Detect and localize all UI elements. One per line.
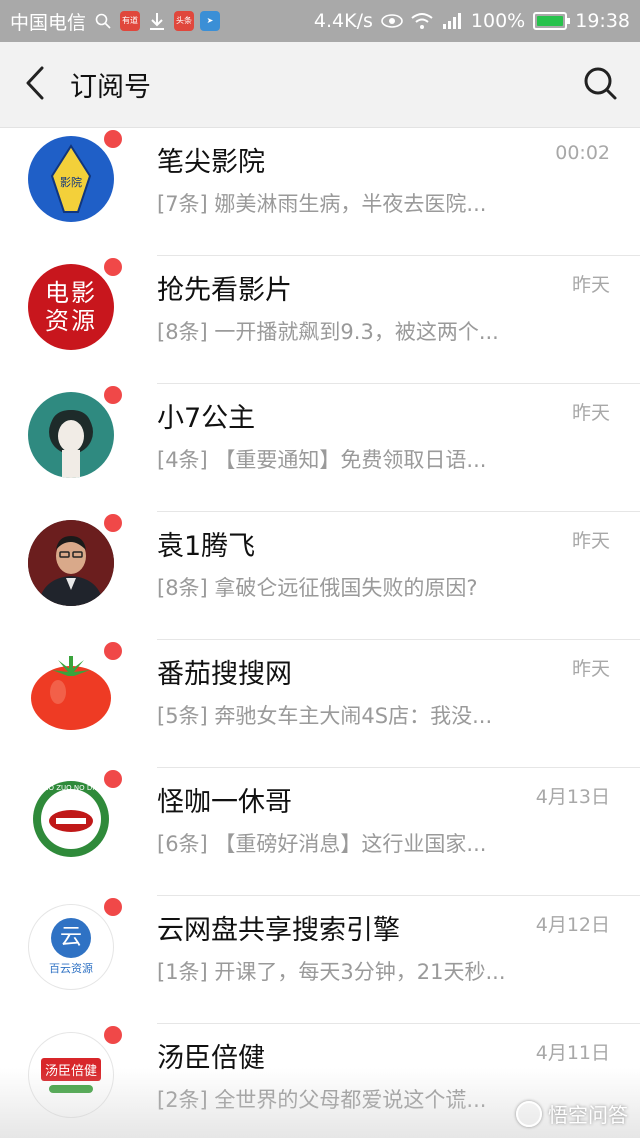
message-preview: [4条] 【重要通知】免费领取日语... <box>157 448 487 472</box>
avatar-wrap: 电影资源 <box>28 258 122 350</box>
girl-portrait-image <box>49 410 93 478</box>
list-item[interactable]: 小7公主 昨天 [4条] 【重要通知】免费领取日语... <box>0 384 640 512</box>
wifi-icon <box>411 11 433 31</box>
list-item[interactable]: 云 百云资源 云网盘共享搜索引擎 4月12日 [1条] 开课了，每天3分钟，21… <box>0 896 640 1024</box>
unread-dot <box>104 642 122 660</box>
avatar: 影院 <box>28 136 114 222</box>
avatar-wrap <box>28 642 122 734</box>
avatar-text: 云 <box>51 918 91 958</box>
avatar <box>28 648 114 734</box>
message-preview: [7条] 娜美淋雨生病，半夜去医院... <box>157 192 487 216</box>
green-leaf-icon <box>49 1084 93 1093</box>
battery-icon <box>533 12 571 30</box>
account-name: 怪咖一休哥 <box>157 787 292 818</box>
wukong-logo-icon <box>516 1100 542 1127</box>
battery-percent: 100% <box>470 10 526 32</box>
signal-icon <box>441 11 463 31</box>
timestamp: 4月13日 <box>535 786 610 808</box>
message-preview: [5条] 奔驰女车主大闹4S店：我没... <box>157 704 493 728</box>
timestamp: 昨天 <box>571 658 610 680</box>
unread-dot <box>104 514 122 532</box>
avatar-text: 影院 <box>60 175 82 189</box>
list-item[interactable]: 袁1腾飞 昨天 [8条] 拿破仑远征俄国失败的原因? <box>0 512 640 640</box>
message-preview: [2条] 全世界的父母都爱说这个谎... <box>157 1088 487 1112</box>
timestamp: 4月12日 <box>535 914 610 936</box>
timestamp: 昨天 <box>571 274 610 296</box>
account-name: 番茄搜搜网 <box>157 659 292 690</box>
account-name: 云网盘共享搜索引擎 <box>157 915 400 946</box>
avatar-wrap: 影院 <box>28 130 122 222</box>
subscription-list: 影院 笔尖影院 00:02 [7条] 娜美淋雨生病，半夜去医院... 电影资源 … <box>0 128 640 1138</box>
avatar <box>28 520 114 606</box>
account-name: 抢先看影片 <box>157 275 292 306</box>
avatar: NO ZUO NO DIE <box>28 776 114 862</box>
telegram-icon: ➤ <box>200 11 221 31</box>
avatar-wrap <box>28 514 122 606</box>
list-item[interactable]: NO ZUO NO DIE 怪咖一休哥 4月13日 [6条] 【重磅好消息】这行… <box>0 768 640 896</box>
avatar: 汤臣倍健 <box>28 1032 114 1118</box>
search-button[interactable] <box>560 42 640 128</box>
message-preview: [6条] 【重磅好消息】这行业国家... <box>157 832 487 856</box>
avatar: 电影资源 <box>28 264 114 350</box>
account-name: 袁1腾飞 <box>157 531 256 562</box>
no-zuo-no-die-badge: NO ZUO NO DIE <box>33 781 109 857</box>
list-item[interactable]: 影院 笔尖影院 00:02 [7条] 娜美淋雨生病，半夜去医院... <box>0 128 640 256</box>
avatar-subtext: 百云资源 <box>49 962 93 975</box>
watermark-text: 悟空问答 <box>548 1103 628 1127</box>
avatar-wrap: NO ZUO NO DIE <box>28 770 122 862</box>
status-bar: 中国电信 有道 头条 ➤ 4.4K/s 100% 19:38 <box>0 0 640 42</box>
toutiao-app-icon: 头条 <box>174 11 195 31</box>
timestamp: 昨天 <box>571 402 610 424</box>
app-header: 订阅号 <box>0 42 640 128</box>
avatar-wrap: 云 百云资源 <box>28 898 122 990</box>
back-button[interactable] <box>0 42 70 128</box>
avatar-text: 电影资源 <box>45 279 97 335</box>
search-small-icon <box>92 11 114 31</box>
avatar-wrap: 汤臣倍健 <box>28 1026 122 1118</box>
unread-dot <box>104 386 122 404</box>
account-name: 笔尖影院 <box>157 147 265 178</box>
page-title: 订阅号 <box>70 72 151 103</box>
unread-dot <box>104 770 122 788</box>
search-icon <box>582 65 618 105</box>
avatar <box>28 392 114 478</box>
avatar-text: NO ZUO NO DIE <box>43 784 98 792</box>
pen-nib-logo: 影院 <box>50 144 92 213</box>
timestamp: 昨天 <box>571 530 610 552</box>
network-speed: 4.4K/s <box>313 10 373 32</box>
battery-fill <box>537 16 564 26</box>
avatar-wrap <box>28 386 122 478</box>
account-name: 汤臣倍健 <box>157 1043 265 1074</box>
carrier-label: 中国电信 <box>10 11 87 34</box>
download-icon <box>146 11 168 31</box>
unread-dot <box>104 1026 122 1044</box>
avatar-text: 汤臣倍健 <box>40 1057 101 1081</box>
youdao-app-icon: 有道 <box>120 11 141 31</box>
message-preview: [8条] 一开播就飙到9.3，被这两个... <box>157 320 499 344</box>
unread-dot <box>104 130 122 148</box>
message-preview: [8条] 拿破仑远征俄国失败的原因? <box>157 576 478 600</box>
timestamp: 4月11日 <box>535 1042 610 1064</box>
tomato-icon <box>31 656 111 730</box>
list-item[interactable]: 番茄搜搜网 昨天 [5条] 奔驰女车主大闹4S店：我没... <box>0 640 640 768</box>
status-left: 中国电信 有道 头条 ➤ <box>10 8 221 35</box>
message-preview: [1条] 开课了，每天3分钟，21天秒... <box>157 960 506 984</box>
timestamp: 00:02 <box>555 142 610 164</box>
eye-icon <box>381 11 403 31</box>
clock: 19:38 <box>575 10 630 32</box>
list-item[interactable]: 电影资源 抢先看影片 昨天 [8条] 一开播就飙到9.3，被这两个... <box>0 256 640 384</box>
man-portrait-image <box>28 520 114 606</box>
unread-dot <box>104 258 122 276</box>
account-name: 小7公主 <box>157 403 256 434</box>
status-right: 4.4K/s 100% 19:38 <box>314 10 630 32</box>
unread-dot <box>104 898 122 916</box>
avatar: 云 百云资源 <box>28 904 114 990</box>
watermark: 悟空问答 <box>516 1099 628 1128</box>
chevron-left-icon <box>25 66 45 104</box>
